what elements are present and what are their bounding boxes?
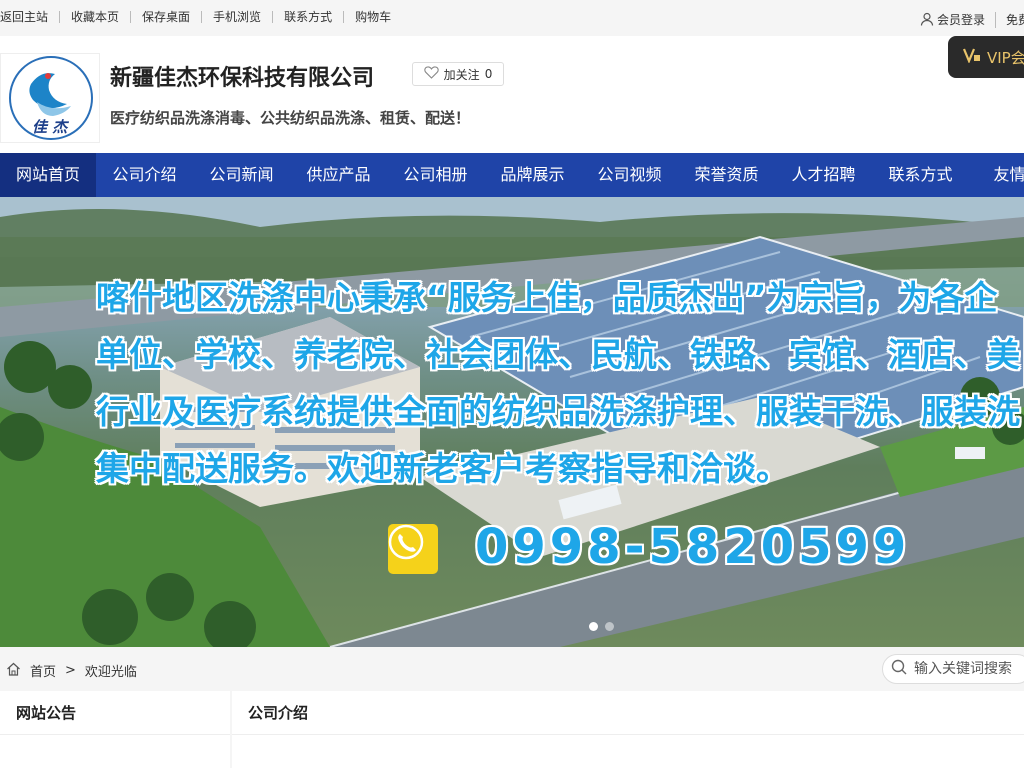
banner-line-2: 单位、学校、养老院、社会团体、民航、铁路、宾馆、酒店、美	[96, 335, 1020, 374]
breadcrumb-home-link[interactable]: 首页	[30, 661, 56, 680]
breadcrumb-current: 欢迎光临	[84, 665, 137, 680]
vip-badge-icon	[962, 47, 981, 67]
nav-home[interactable]: 网站首页	[0, 153, 96, 197]
follow-button[interactable]: 加关注 0	[412, 62, 504, 86]
banner-phone-number: 0998-5820599	[475, 519, 911, 575]
main-nav: 网站首页 公司介绍 公司新闻 供应产品 公司相册 品牌展示 公司视频 荣誉资质 …	[0, 153, 1024, 197]
announcement-title: 网站公告	[0, 691, 230, 735]
search-box	[882, 654, 1024, 684]
nav-brand[interactable]: 品牌展示	[484, 153, 581, 197]
banner-line-4: 集中配送服务。欢迎新老客户考察指导和洽谈。	[96, 449, 789, 488]
top-account: 会员登录 免费	[920, 11, 1024, 28]
free-register-link[interactable]: 免费	[996, 11, 1024, 28]
banner-line-1: 喀什地区洗涤中心秉承“服务上佳，品质杰出”为宗旨，为各企	[96, 278, 998, 317]
search-icon[interactable]	[891, 659, 907, 679]
banner-headline: 喀什地区洗涤中心秉承“服务上佳，品质杰出”为宗旨，为各企 单位、学校、养老院、社…	[96, 269, 1024, 497]
vip-badge-button[interactable]: VIP会	[948, 36, 1024, 78]
top-bar: 返回主站 收藏本页 保存桌面 手机浏览 联系方式 购物车 会员登录 免费	[0, 0, 1024, 36]
home-icon	[6, 662, 21, 680]
banner-line-3: 行业及医疗系统提供全面的纺织品洗涤护理、服装干洗、服装洗	[96, 392, 1020, 431]
slider-dots	[589, 622, 614, 631]
nav-jobs[interactable]: 人才招聘	[775, 153, 872, 197]
phone-icon	[388, 524, 438, 574]
vip-label: VIP会	[987, 48, 1024, 67]
bookmark-link[interactable]: 收藏本页	[59, 11, 130, 23]
search-input[interactable]	[914, 661, 1024, 677]
nav-album[interactable]: 公司相册	[387, 153, 484, 197]
announcement-panel: 网站公告	[0, 691, 230, 768]
hero-banner[interactable]: 喀什地区洗涤中心秉承“服务上佳，品质杰出”为宗旨，为各企 单位、学校、养老院、社…	[0, 197, 1024, 647]
breadcrumb-bar: 首页 > 欢迎光临	[0, 647, 1024, 691]
slider-dot-1[interactable]	[589, 622, 598, 631]
save-desktop-link[interactable]: 保存桌面	[130, 11, 201, 23]
company-slogan: 医疗纺织品洗涤消毒、公共纺织品洗涤、租赁、配送！	[110, 109, 471, 127]
company-name: 新疆佳杰环保科技有限公司	[110, 66, 375, 91]
back-to-main-link[interactable]: 返回主站	[0, 11, 59, 23]
slider-dot-2[interactable]	[605, 622, 614, 631]
mobile-view-link[interactable]: 手机浏览	[201, 11, 272, 23]
top-links: 返回主站 收藏本页 保存桌面 手机浏览 联系方式 购物车	[0, 11, 402, 23]
company-intro-panel: 公司介绍	[232, 691, 1024, 768]
nav-news[interactable]: 公司新闻	[193, 153, 290, 197]
nav-links[interactable]: 友情链	[969, 153, 1024, 197]
nav-products[interactable]: 供应产品	[290, 153, 387, 197]
member-login-label: 会员登录	[937, 12, 986, 27]
nav-contact[interactable]: 联系方式	[872, 153, 969, 197]
company-logo[interactable]: 佳 杰	[0, 53, 100, 143]
cart-link[interactable]: 购物车	[343, 11, 402, 23]
company-intro-title: 公司介绍	[232, 691, 1024, 735]
contact-link[interactable]: 联系方式	[272, 11, 343, 23]
follow-label: 加关注	[443, 67, 480, 82]
breadcrumb: 首页 > 欢迎光临	[6, 661, 137, 680]
heart-icon	[423, 66, 439, 82]
site-header: 佳 杰 新疆佳杰环保科技有限公司 加关注 0 医疗纺织品洗涤消毒、公共纺织品洗涤…	[0, 36, 1024, 153]
nav-about[interactable]: 公司介绍	[96, 153, 193, 197]
breadcrumb-separator: >	[65, 663, 76, 678]
logo-emblem: 佳 杰	[9, 56, 93, 140]
nav-video[interactable]: 公司视频	[581, 153, 678, 197]
logo-text: 佳 杰	[32, 118, 69, 136]
nav-honors[interactable]: 荣誉资质	[678, 153, 775, 197]
member-login-link[interactable]: 会员登录	[920, 11, 997, 28]
user-icon	[920, 12, 934, 28]
follow-count: 0	[484, 67, 493, 81]
